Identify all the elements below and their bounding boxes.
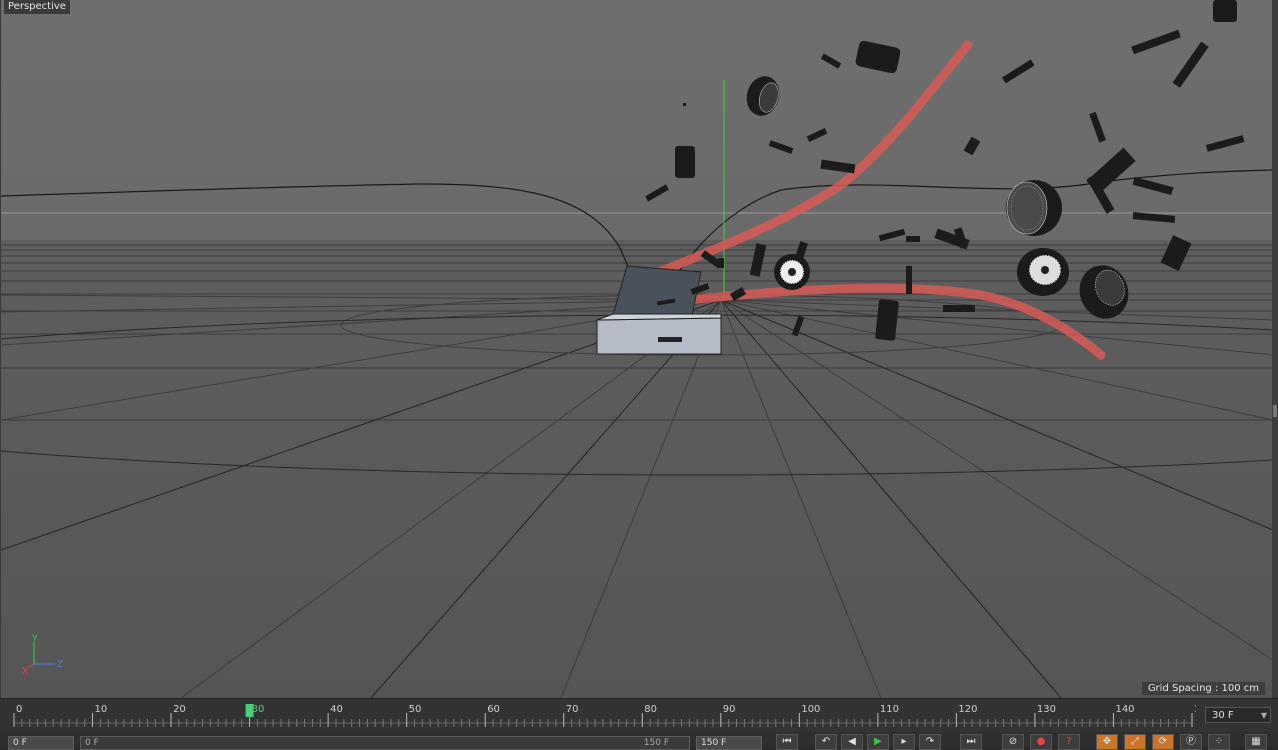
film-icon: ▦ [1251, 736, 1261, 747]
go-to-start-button[interactable]: ⏮ [776, 734, 798, 750]
next-frame-button[interactable]: ↷ [919, 734, 941, 750]
scale-key-button[interactable]: ⤢ [1124, 734, 1146, 750]
next-key-button[interactable]: ▸ [893, 734, 915, 750]
ruler-label: 80 [644, 704, 657, 715]
current-frame-value: 0 F [13, 738, 27, 748]
keyframe-selection-icon: ? [1066, 736, 1072, 747]
view-name-label[interactable]: Perspective [4, 0, 70, 14]
point-level-icon: ⁘ [1214, 736, 1224, 747]
ruler-label: 40 [330, 704, 343, 715]
play-backward-button[interactable]: ◀ [841, 734, 863, 750]
ruler-label: 70 [566, 704, 579, 715]
autokey-button[interactable]: ● [1030, 734, 1052, 750]
ruler-label: 60 [487, 704, 500, 715]
move-icon: ✥ [1102, 736, 1112, 747]
ruler-label: 150 [1194, 704, 1196, 715]
timeline-ruler[interactable]: 0 10 20 30 40 50 60 70 80 90 100 110 120 130 140 150 [8, 699, 1196, 729]
ruler-label: 110 [880, 704, 899, 715]
point-level-button[interactable]: ⁘ [1208, 734, 1230, 750]
ruler-label: 50 [409, 704, 422, 715]
ruler-label: 20 [173, 704, 186, 715]
current-frame-field[interactable]: 0 F [8, 736, 74, 750]
parameter-key-button[interactable]: Ⓟ [1180, 734, 1202, 750]
rotate-key-button[interactable]: ⟳ [1152, 734, 1174, 750]
ruler-label: 100 [801, 704, 820, 715]
play-button[interactable]: ▶ [867, 734, 889, 750]
sky-background [1, 0, 1273, 240]
ruler-label: 130 [1037, 704, 1056, 715]
rotate-icon: ⟳ [1158, 736, 1168, 747]
range-start-label: 0 F [85, 738, 99, 748]
scrollbar-handle[interactable] [1273, 405, 1277, 417]
3d-viewport[interactable]: Perspective Grid Spacing : 100 cm Y X Z [0, 0, 1273, 698]
max-frame-field[interactable]: 150 F [696, 736, 762, 750]
z-axis-label: Z [57, 660, 63, 670]
ruler-label: 10 [95, 704, 108, 715]
play-icon: ▶ [874, 736, 882, 747]
x-axis-label: X [22, 667, 28, 677]
frame-range-slider[interactable]: 0 F 150 F [80, 736, 690, 750]
previous-key-icon: ↶ [821, 736, 831, 747]
play-backward-icon: ◀ [848, 736, 856, 747]
axis-gizmo: Y X Z [22, 634, 63, 677]
viewport-scrollbar[interactable] [1272, 0, 1278, 698]
fps-dropdown[interactable]: 30 F ▼ [1205, 707, 1271, 723]
go-to-start-icon: ⏮ [782, 736, 792, 747]
grid-spacing-label: Grid Spacing : 100 cm [1141, 682, 1265, 695]
move-key-button[interactable]: ✥ [1096, 734, 1118, 750]
record-icon: ⊘ [1008, 736, 1018, 747]
ruler-label: 90 [723, 704, 736, 715]
record-button[interactable]: ⊘ [1002, 734, 1024, 750]
autokey-icon: ● [1036, 736, 1046, 747]
next-key-icon: ▸ [901, 736, 907, 747]
ruler-label: 140 [1115, 704, 1134, 715]
keyframe-selection-button[interactable]: ? [1058, 734, 1080, 750]
parameter-icon: Ⓟ [1186, 736, 1196, 747]
max-frame-value: 150 F [701, 738, 727, 748]
y-axis-label: Y [31, 634, 38, 644]
ruler-label: 0 [16, 704, 22, 715]
chevron-down-icon: ▼ [1260, 711, 1267, 720]
go-to-end-icon: ⏭ [966, 736, 976, 747]
ruler-label: 30 [252, 704, 265, 715]
fps-value: 30 F [1212, 710, 1234, 721]
previous-key-button[interactable]: ↶ [815, 734, 837, 750]
timeline-ruler-bar[interactable]: 0 10 20 30 40 50 60 70 80 90 100 110 120 130 140 150 30… [0, 698, 1278, 733]
loop-icon: ↷ [925, 736, 935, 747]
go-to-end-button[interactable]: ⏭ [960, 734, 982, 750]
scale-icon: ⤢ [1131, 736, 1139, 747]
range-end-label: 150 F [643, 738, 669, 748]
ruler-label: 120 [958, 704, 977, 715]
viewport-scene[interactable] [1, 0, 1273, 698]
transport-bar: 0 F 0 F 150 F 150 F ⏮ ↶ ◀ ▶ ▸ ↷ ⏭ ⊘ ● ? … [0, 732, 1278, 750]
film-button[interactable]: ▦ [1245, 734, 1267, 750]
